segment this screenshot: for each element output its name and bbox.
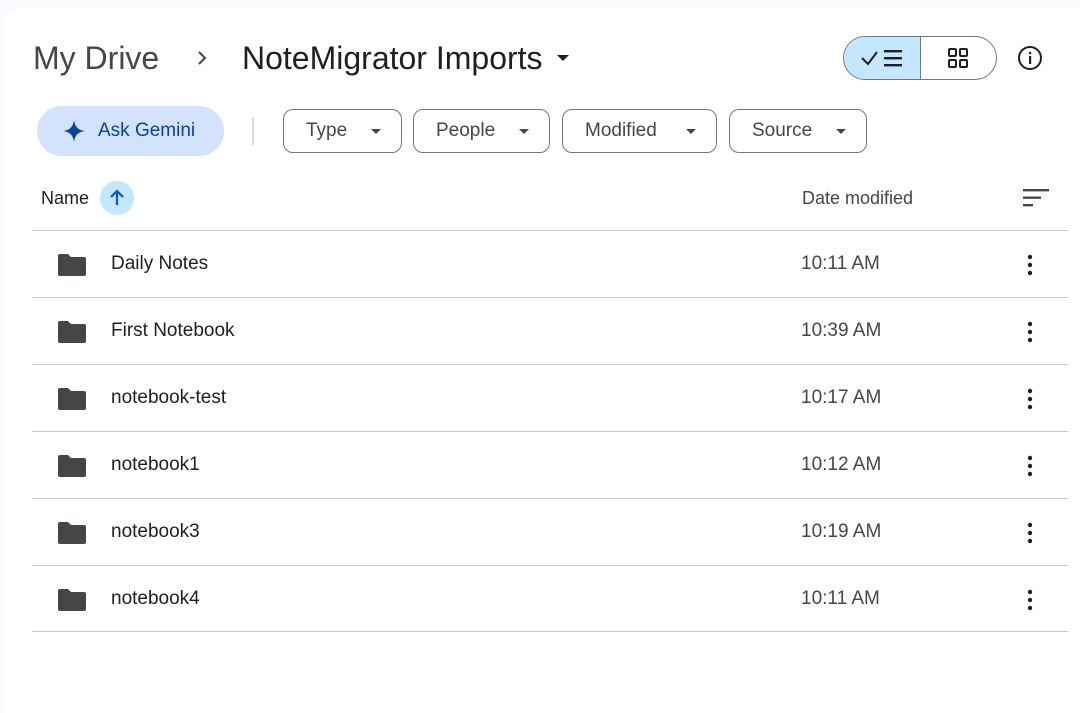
- caret-down-icon: [519, 129, 529, 134]
- file-date-modified: 10:19 AM: [801, 521, 882, 542]
- more-options-icon[interactable]: [1020, 320, 1040, 344]
- grid-icon: [948, 48, 969, 68]
- file-list: Daily Notes 10:11 AM First Notebook 10:3…: [32, 230, 1068, 632]
- file-name: notebook3: [111, 521, 200, 542]
- current-folder-label: NoteMigrator Imports: [242, 40, 543, 76]
- column-header-date-modified[interactable]: Date modified: [802, 186, 913, 210]
- check-list-icon: [861, 50, 902, 67]
- breadcrumb-current-folder[interactable]: NoteMigrator Imports: [242, 38, 569, 78]
- filter-people-chip[interactable]: People: [413, 109, 550, 153]
- file-row[interactable]: Daily Notes 10:11 AM: [32, 230, 1068, 297]
- sort-direction-button[interactable]: [100, 181, 134, 215]
- grid-view-button[interactable]: [921, 37, 997, 79]
- caret-down-icon: [836, 129, 846, 134]
- file-date-modified: 10:12 AM: [801, 454, 882, 475]
- folder-icon: [58, 589, 86, 611]
- more-options-icon[interactable]: [1020, 253, 1040, 277]
- file-row[interactable]: First Notebook 10:39 AM: [32, 297, 1068, 364]
- file-row[interactable]: notebook3 10:19 AM: [32, 498, 1068, 565]
- info-icon[interactable]: [1016, 44, 1044, 72]
- view-toggle: [843, 36, 997, 80]
- file-name: notebook4: [111, 588, 200, 609]
- arrow-up-icon: [110, 189, 124, 205]
- filter-source-label: Source: [752, 120, 813, 141]
- file-date-modified: 10:11 AM: [801, 253, 880, 274]
- file-name: notebook-test: [111, 387, 227, 408]
- file-row[interactable]: notebook-test 10:17 AM: [32, 364, 1068, 431]
- file-date-modified: 10:17 AM: [801, 387, 882, 408]
- chip-divider: [252, 117, 254, 145]
- breadcrumb-my-drive[interactable]: My Drive: [33, 38, 159, 78]
- ask-gemini-button[interactable]: Ask Gemini: [37, 106, 224, 156]
- folder-icon: [58, 455, 86, 477]
- caret-down-icon: [686, 129, 696, 134]
- list-view-button[interactable]: [844, 37, 921, 79]
- filter-modified-chip[interactable]: Modified: [562, 109, 717, 153]
- filter-modified-label: Modified: [585, 120, 657, 141]
- column-header-name[interactable]: Name: [41, 186, 89, 210]
- filter-people-label: People: [436, 120, 496, 141]
- filter-type-chip[interactable]: Type: [283, 109, 402, 153]
- more-options-icon[interactable]: [1020, 387, 1040, 411]
- file-name: First Notebook: [111, 320, 235, 341]
- sparkle-icon: [63, 120, 85, 142]
- ask-gemini-label: Ask Gemini: [98, 120, 196, 141]
- caret-down-icon: [556, 55, 569, 61]
- file-row[interactable]: notebook1 10:12 AM: [32, 431, 1068, 498]
- folder-icon: [58, 522, 86, 544]
- file-date-modified: 10:39 AM: [801, 320, 882, 341]
- chevron-right-icon: [198, 51, 207, 65]
- folder-icon: [58, 388, 86, 410]
- file-name: notebook1: [111, 454, 200, 475]
- more-options-icon[interactable]: [1020, 454, 1040, 478]
- file-date-modified: 10:11 AM: [801, 588, 880, 609]
- more-options-icon[interactable]: [1020, 521, 1040, 545]
- file-name: Daily Notes: [111, 253, 209, 274]
- file-row[interactable]: notebook4 10:11 AM: [32, 565, 1068, 632]
- filter-source-chip[interactable]: Source: [729, 109, 867, 153]
- caret-down-icon: [371, 129, 381, 134]
- filter-type-label: Type: [306, 120, 348, 141]
- sort-options-icon[interactable]: [1022, 188, 1050, 208]
- folder-icon: [58, 254, 86, 276]
- more-options-icon[interactable]: [1020, 588, 1040, 612]
- folder-icon: [58, 321, 86, 343]
